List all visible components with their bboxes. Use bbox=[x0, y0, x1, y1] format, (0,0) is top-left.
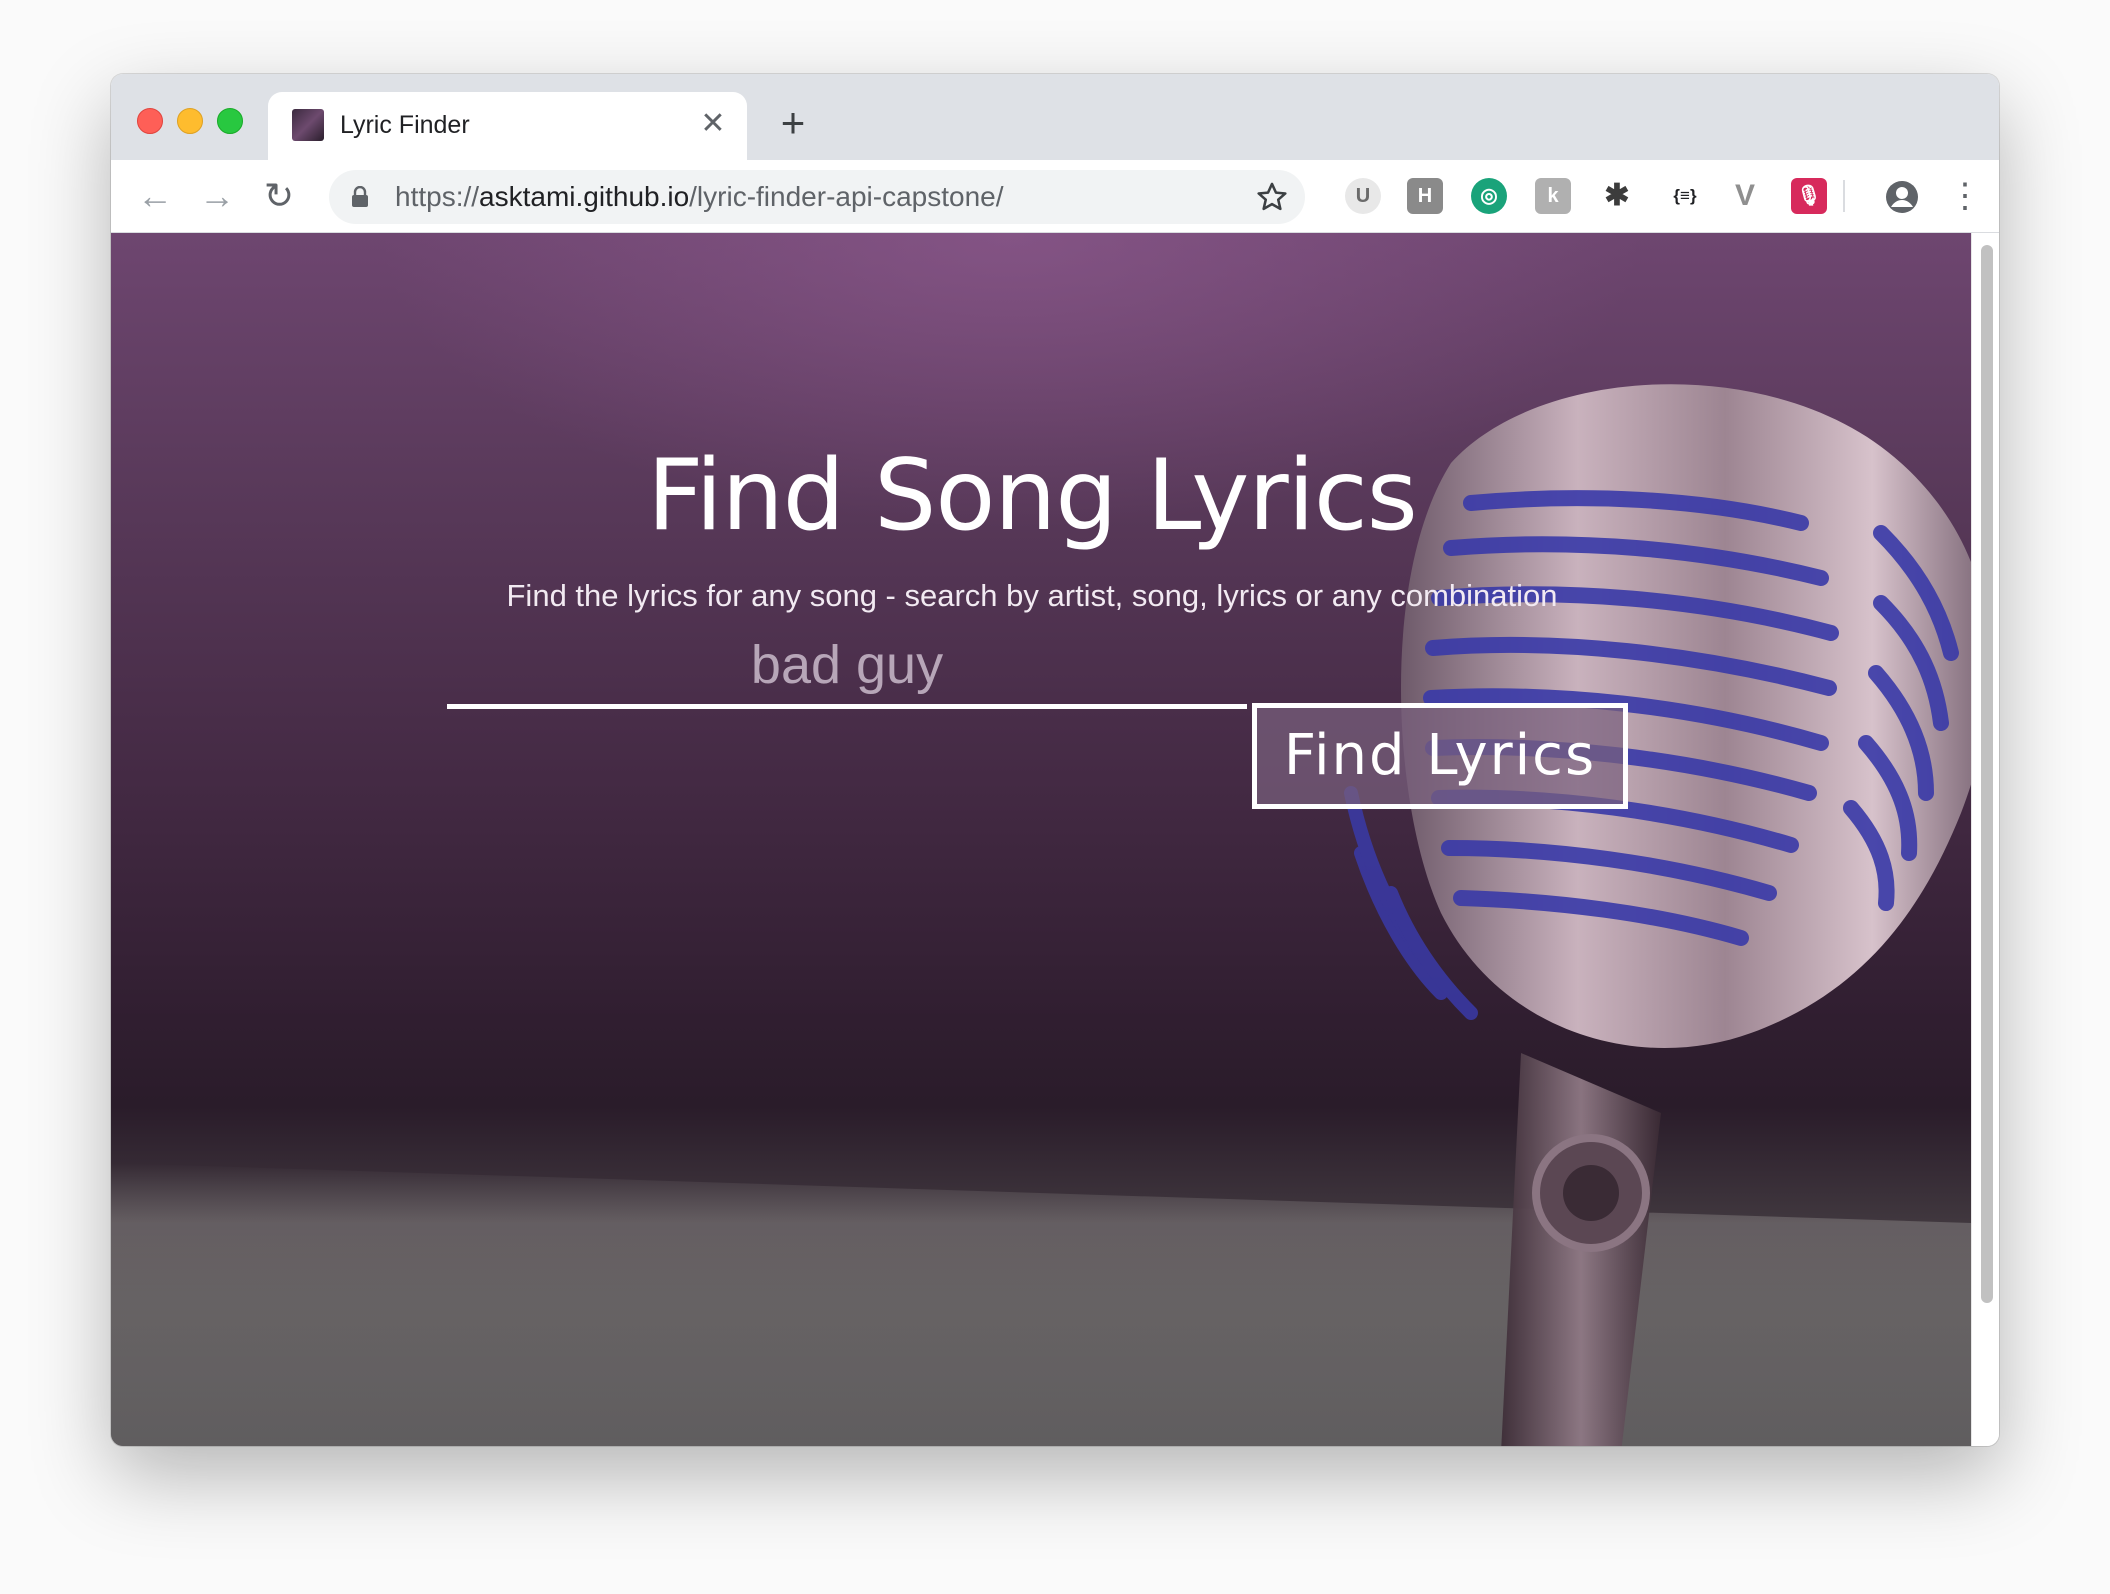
h-extension-icon[interactable]: H bbox=[1407, 178, 1443, 214]
browser-window: Lyric Finder ✕ + ← → ↻ https://asktami.g… bbox=[111, 74, 1999, 1446]
new-tab-button[interactable]: + bbox=[773, 102, 813, 144]
minimize-window-button[interactable] bbox=[177, 108, 203, 134]
reload-button[interactable]: ↻ bbox=[257, 174, 301, 218]
tab-strip: Lyric Finder ✕ + bbox=[111, 74, 1999, 160]
toolbar-separator bbox=[1843, 180, 1845, 212]
album-favicon-icon bbox=[292, 109, 324, 141]
forward-button[interactable]: → bbox=[195, 174, 239, 218]
k-extension-icon[interactable]: k bbox=[1535, 178, 1571, 214]
address-bar[interactable]: https://asktami.github.io/lyric-finder-a… bbox=[329, 170, 1305, 224]
scrollbar[interactable] bbox=[1971, 233, 1999, 1446]
back-button[interactable]: ← bbox=[133, 174, 177, 218]
search-input[interactable] bbox=[447, 625, 1247, 709]
page-viewport: Find Song Lyrics Find the lyrics for any… bbox=[111, 233, 1971, 1446]
close-window-button[interactable] bbox=[137, 108, 163, 134]
close-icon[interactable]: ✕ bbox=[695, 106, 731, 142]
browser-toolbar: ← → ↻ https://asktami.github.io/lyric-fi… bbox=[111, 160, 1999, 233]
gear-extension-icon[interactable]: ✱ bbox=[1599, 178, 1635, 214]
profile-avatar-icon[interactable] bbox=[1885, 180, 1919, 214]
json-extension-icon[interactable]: {≡} bbox=[1663, 178, 1707, 214]
mic-extension-icon[interactable]: 🎙 bbox=[1791, 178, 1827, 214]
tab-title: Lyric Finder bbox=[340, 111, 470, 139]
page-subtitle: Find the lyrics for any song - search by… bbox=[506, 578, 1558, 613]
tab-lyric-finder[interactable]: Lyric Finder ✕ bbox=[268, 92, 747, 160]
url-path: /lyric-finder-api-capstone/ bbox=[689, 181, 1004, 212]
lock-icon bbox=[352, 186, 368, 207]
page-title: Find Song Lyrics bbox=[647, 438, 1418, 553]
bookmark-star-icon[interactable] bbox=[1255, 180, 1289, 214]
browser-menu-icon[interactable]: ⋮ bbox=[1945, 174, 1985, 218]
url-scheme: https:// bbox=[395, 181, 480, 212]
maximize-window-button[interactable] bbox=[217, 108, 243, 134]
scrollbar-thumb[interactable] bbox=[1981, 245, 1993, 1303]
url-host: asktami.github.io bbox=[479, 181, 690, 212]
vue-extension-icon[interactable]: V bbox=[1727, 178, 1763, 214]
ublock-icon[interactable]: U bbox=[1345, 178, 1381, 214]
url-text[interactable]: https://asktami.github.io/lyric-finder-a… bbox=[395, 170, 1004, 224]
find-lyrics-button[interactable]: Find Lyrics bbox=[1252, 703, 1628, 809]
green-extension-icon[interactable]: ◎ bbox=[1471, 178, 1507, 214]
